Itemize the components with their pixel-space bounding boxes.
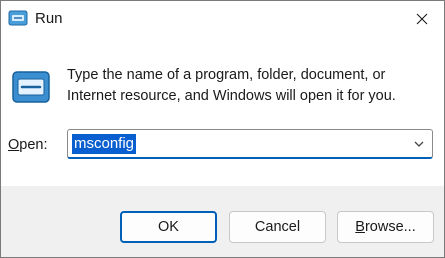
browse-button[interactable]: Browse... bbox=[337, 211, 434, 243]
open-label-mnemonic: O bbox=[8, 137, 20, 153]
close-button[interactable] bbox=[400, 1, 444, 37]
close-icon bbox=[416, 13, 428, 25]
open-input[interactable]: msconfig bbox=[72, 134, 137, 154]
button-bar: OK Cancel Browse... bbox=[1, 186, 444, 257]
open-label: Open: bbox=[8, 136, 48, 154]
ok-button[interactable]: OK bbox=[120, 211, 217, 243]
description-line: Internet resource, and Windows will open… bbox=[67, 88, 396, 104]
browse-label-rest: rowse... bbox=[364, 219, 416, 235]
run-dialog: Run Type the name of a program, folder, … bbox=[0, 0, 445, 258]
description-text: Type the name of a program, folder, docu… bbox=[67, 65, 427, 107]
open-label-rest: pen: bbox=[19, 137, 48, 153]
cancel-button[interactable]: Cancel bbox=[229, 211, 326, 243]
title-bar[interactable]: Run bbox=[1, 1, 444, 37]
window-title: Run bbox=[35, 10, 63, 27]
run-icon bbox=[8, 10, 28, 26]
browse-mnemonic: B bbox=[355, 219, 365, 235]
open-combobox[interactable]: msconfig bbox=[67, 129, 433, 159]
description-line: Type the name of a program, folder, docu… bbox=[67, 67, 386, 83]
chevron-down-icon[interactable] bbox=[412, 137, 426, 151]
run-icon bbox=[12, 71, 50, 103]
dialog-body: Type the name of a program, folder, docu… bbox=[1, 37, 444, 186]
